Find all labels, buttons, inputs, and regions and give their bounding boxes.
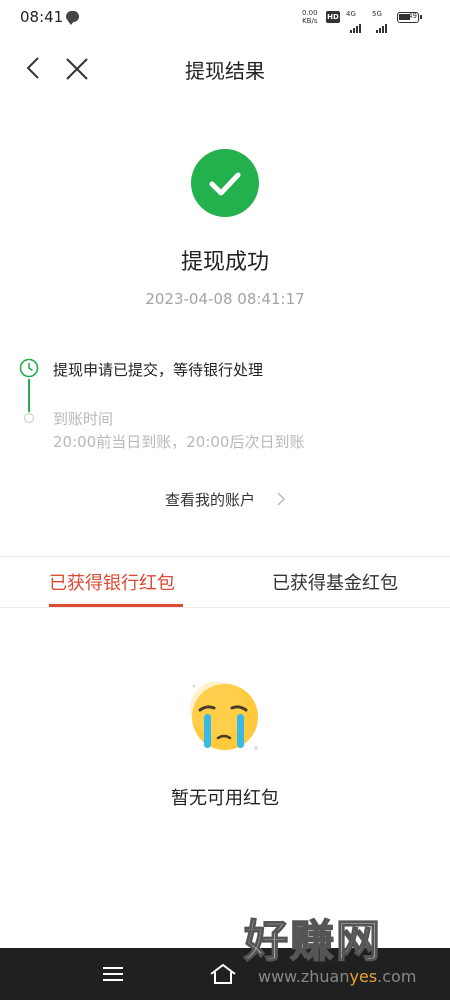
crying-face-icon xyxy=(190,682,258,750)
signal-icon-2 xyxy=(376,14,388,33)
clock-icon xyxy=(19,358,39,378)
chat-notification-icon xyxy=(66,11,79,25)
watermark-logo: 好赚网 xyxy=(243,915,382,968)
menu-icon[interactable] xyxy=(102,966,124,982)
watermark-url: www.zhuanyes.com xyxy=(258,967,417,986)
page-title: 提现结果 xyxy=(185,59,265,83)
network-speed: 0.00 KB/s xyxy=(302,9,318,25)
battery-level: 49 xyxy=(408,12,417,20)
signal-icon-1 xyxy=(350,14,362,33)
status-bar: 08:41 0.00 KB/s HD 4G 5G 49 xyxy=(0,0,450,36)
network-speed-value: 0.00 xyxy=(302,9,318,17)
timeline-step-arrival-desc: 20:00前当日到账，20:00后次日到账 xyxy=(53,433,305,451)
success-title: 提现成功 xyxy=(180,250,269,275)
home-icon[interactable] xyxy=(208,962,238,986)
timeline-connector xyxy=(28,379,30,412)
battery-icon: 49 xyxy=(397,12,422,23)
status-time: 08:41 xyxy=(20,8,64,26)
timeline-step-submitted: 提现申请已提交，等待银行处理 xyxy=(53,361,264,379)
timeline-step-arrival-title: 到账时间 xyxy=(53,410,114,428)
view-account-link[interactable]: 查看我的账户 xyxy=(165,489,255,510)
hd-icon: HD xyxy=(326,11,340,23)
tab-divider xyxy=(0,607,450,608)
empty-state-text: 暂无可用红包 xyxy=(171,788,279,809)
success-check-icon xyxy=(191,149,259,217)
network-speed-unit: KB/s xyxy=(302,17,318,25)
timeline-pending-dot xyxy=(24,413,34,423)
chevron-right-icon[interactable] xyxy=(275,490,287,508)
tab-bank-redpacket[interactable]: 已获得银行红包 xyxy=(49,569,175,595)
section-divider xyxy=(0,556,450,557)
success-timestamp: 2023-04-08 08:41:17 xyxy=(145,290,305,308)
tab-fund-redpacket[interactable]: 已获得基金红包 xyxy=(272,569,398,595)
